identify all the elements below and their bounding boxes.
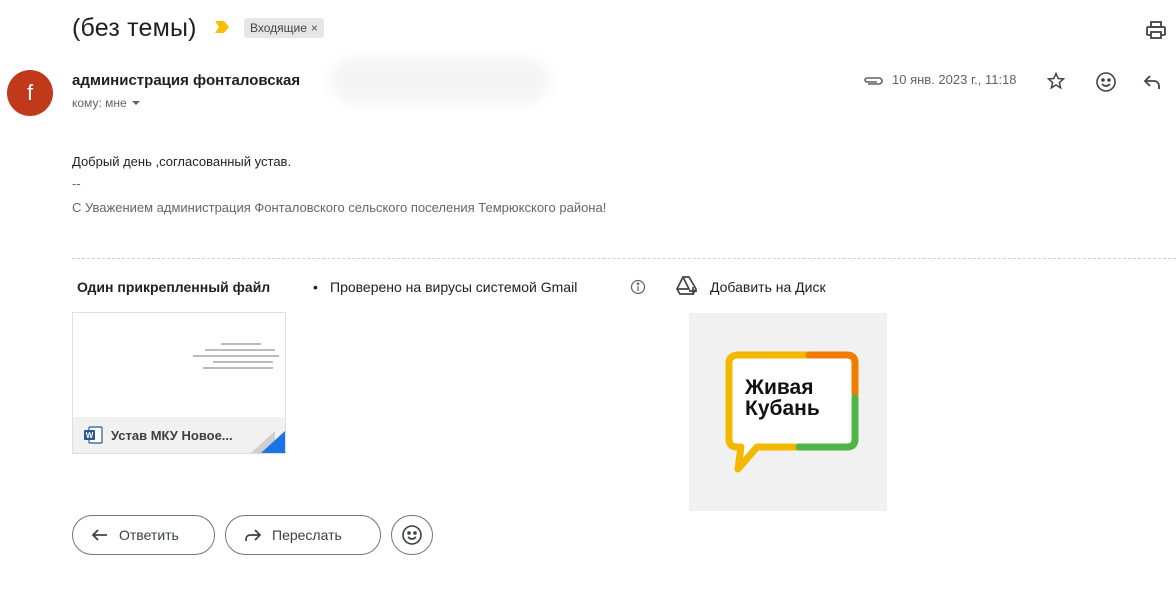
sender-name: администрация фонталовская — [72, 72, 301, 89]
logo-line-2: Кубань — [745, 397, 820, 420]
emoji-reaction-button[interactable] — [391, 515, 433, 555]
separator-dot: • — [313, 279, 318, 295]
logo-line-1: Живая — [745, 376, 814, 399]
printer-icon[interactable] — [1145, 20, 1167, 40]
reply-arrow-icon — [91, 529, 107, 541]
word-document-icon: W — [84, 426, 103, 444]
zhivaya-kuban-logo-card[interactable]: Живая Кубань — [689, 313, 887, 511]
reply-icon[interactable] — [1142, 73, 1162, 91]
page-fold-accent — [261, 431, 285, 453]
forward-button-label: Переслать — [272, 527, 342, 543]
forward-button[interactable]: Переслать — [225, 515, 381, 555]
info-icon[interactable] — [630, 279, 646, 295]
signature-separator: -- — [72, 176, 81, 191]
recipient-details[interactable]: кому: мне — [72, 96, 141, 110]
attachments-divider — [72, 258, 1176, 259]
star-icon[interactable] — [1046, 71, 1066, 91]
attachments-title: Один прикрепленный файл — [77, 279, 271, 295]
attachment-file-name: Устав МКУ Новое... — [111, 427, 233, 443]
recipient-text: кому: мне — [72, 96, 127, 110]
attachment-preview-card[interactable]: W Устав МКУ Новое... — [72, 312, 286, 454]
message-signature: С Уважением администрация Фонталовского … — [72, 200, 607, 215]
forward-arrow-icon — [245, 529, 262, 541]
sender-avatar[interactable]: f — [7, 70, 53, 116]
remove-label-button[interactable]: × — [311, 21, 318, 35]
message-date: 10 янв. 2023 г., 11:18 — [892, 72, 1017, 87]
chevron-down-icon — [131, 101, 140, 105]
email-subject: (без темы) — [72, 14, 197, 42]
smiley-icon — [402, 525, 422, 545]
logo-text: Живая Кубань — [745, 377, 820, 419]
inbox-label-chip[interactable]: Входящие × — [244, 18, 324, 38]
reply-button[interactable]: Ответить — [72, 515, 215, 555]
svg-text:W: W — [86, 431, 94, 440]
virus-scan-text: Проверено на вирусы системой Gmail — [330, 279, 578, 295]
document-thumbnail — [193, 339, 283, 373]
attachment-clip-icon — [862, 74, 884, 86]
reply-button-label: Ответить — [119, 527, 179, 543]
add-to-drive-button[interactable]: Добавить на Диск — [710, 279, 826, 295]
redacted-email-area — [330, 58, 550, 104]
emoji-reaction-icon[interactable] — [1095, 71, 1117, 93]
label-text: Входящие — [250, 21, 307, 35]
message-body-line: Добрый день ,согласованный устав. — [72, 154, 292, 169]
add-to-drive-icon[interactable] — [675, 275, 699, 297]
